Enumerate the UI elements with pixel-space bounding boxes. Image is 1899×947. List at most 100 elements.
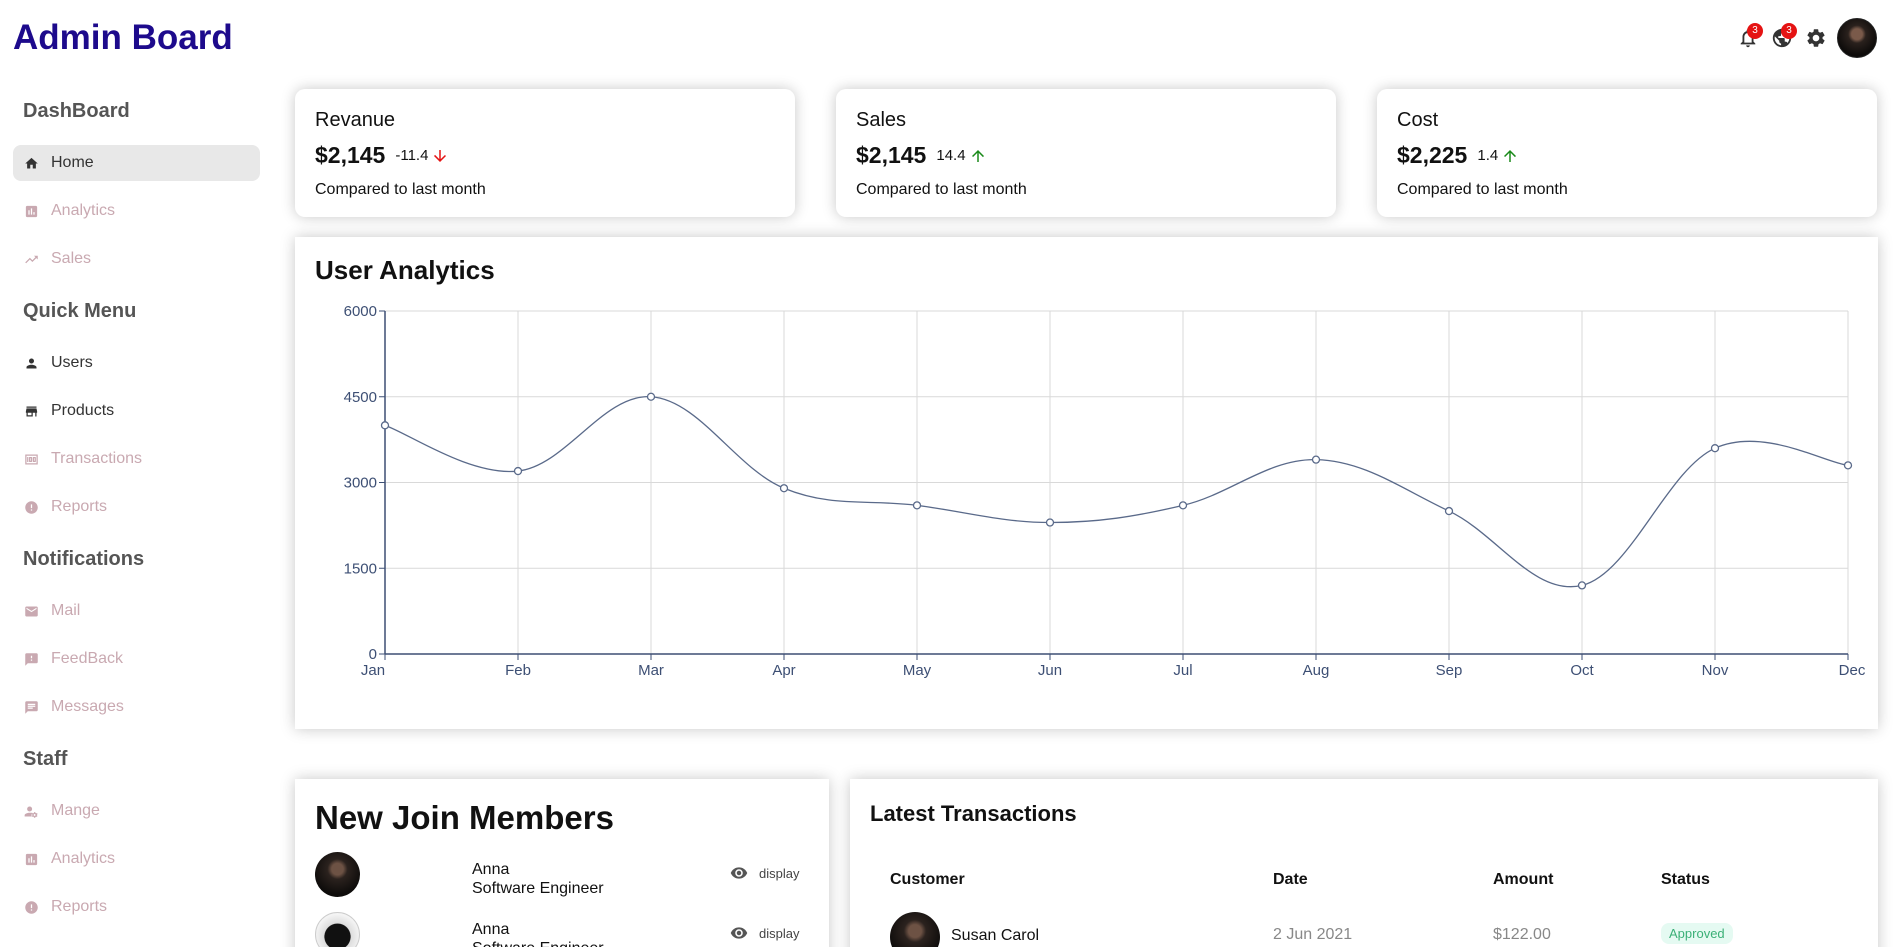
member-row: Anna Software Engineer display: [315, 852, 815, 902]
data-point: [1577, 581, 1587, 590]
sidebar-item-label: Reports: [51, 898, 108, 915]
sidebar-item-label: Sales: [51, 250, 92, 267]
data-point: [1045, 518, 1055, 527]
data-point: [1178, 501, 1188, 510]
sidebar-item-messages[interactable]: Messages: [13, 689, 260, 725]
column-header-status: Status: [1661, 871, 1710, 888]
display-button[interactable]: display: [727, 924, 799, 942]
data-point: [1311, 455, 1321, 464]
sidebar-item-label: Analytics: [51, 202, 116, 219]
chat-icon: [23, 699, 39, 715]
kpi-money: $2,225: [1397, 142, 1468, 168]
sidebar-item-manage[interactable]: Mange: [13, 793, 260, 829]
arrow-up-icon: [969, 147, 987, 165]
settings-button[interactable]: [1799, 18, 1833, 58]
sidebar-item-staff-reports[interactable]: Reports: [13, 889, 260, 925]
x-tick-label: Jul: [1173, 662, 1192, 679]
customer-avatar: [890, 912, 940, 947]
user-avatar[interactable]: [1837, 18, 1877, 58]
data-point: [513, 466, 523, 476]
kpi-rate: 1.4: [1477, 147, 1499, 164]
kpi-row: $2,145 14.4: [856, 142, 1316, 169]
sidebar-item-home[interactable]: Home: [13, 145, 260, 181]
alert-circle-icon: [23, 899, 39, 915]
sidebar-item-label: Analytics: [51, 850, 116, 867]
kpi-row: $2,225 1.4: [1397, 142, 1857, 169]
alert-circle-icon: [23, 499, 39, 515]
column-header-amount: Amount: [1493, 871, 1554, 888]
status-badge[interactable]: Approved: [1661, 923, 1733, 944]
column-header-date: Date: [1273, 871, 1308, 888]
display-button[interactable]: display: [727, 864, 799, 882]
user-analytics-card: User Analytics 0 1500 3000 4500 6000 Jan Feb Ma…: [295, 237, 1878, 729]
transaction-date: 2 Jun 2021: [1273, 926, 1353, 943]
eye-icon: [730, 927, 748, 939]
kpi-card-revenue: Revanue $2,145 -11.4 Compared to last mo…: [295, 89, 795, 217]
kpi-row: $2,145 -11.4: [315, 142, 775, 169]
sidebar-item-sales[interactable]: Sales: [13, 241, 260, 277]
transaction-amount: $122.00: [1493, 926, 1551, 943]
kpi-title: Sales: [856, 109, 907, 131]
sidebar-item-label: Mail: [51, 602, 81, 619]
kpi-subtitle: Compared to last month: [1397, 181, 1568, 198]
sidebar-section-quick-menu: Quick Menu: [23, 300, 137, 322]
notification-badge: 3: [1747, 23, 1763, 39]
user-analytics-chart: 0 1500 3000 4500 6000 Jan Feb Mar Apr May Jun Jul Au…: [344, 303, 1866, 679]
sidebar-item-users[interactable]: Users: [13, 345, 260, 381]
sidebar-item-feedback[interactable]: FeedBack: [13, 641, 260, 677]
kpi-rate: 14.4: [936, 147, 966, 164]
sidebar-item-reports[interactable]: Reports: [13, 489, 260, 525]
trending-up-icon: [23, 251, 39, 267]
data-point: [1444, 506, 1454, 516]
column-header-customer: Customer: [890, 871, 965, 888]
home-icon: [23, 155, 39, 171]
language-button[interactable]: 3: [1765, 18, 1799, 58]
sidebar-item-staff-analytics[interactable]: Analytics: [13, 841, 260, 877]
sidebar-section-notifications: Notifications: [23, 548, 145, 570]
bar-chart-icon: [23, 851, 39, 867]
display-label: display: [759, 925, 800, 941]
kpi-title: Revanue: [315, 109, 396, 131]
sidebar-item-mail[interactable]: Mail: [13, 593, 260, 629]
feedback-icon: [23, 651, 39, 667]
member-name: Anna: [472, 921, 510, 938]
members-title: New Join Members: [315, 799, 614, 836]
bar-chart-icon: [23, 203, 39, 219]
top-bar: Admin Board 3 3: [0, 0, 1899, 78]
kpi-card-sales: Sales $2,145 14.4 Compared to last month: [836, 89, 1336, 217]
x-tick-label: Feb: [505, 662, 531, 679]
series-line: [384, 396, 1849, 588]
sidebar-item-label: Home: [51, 154, 94, 171]
x-tick-label: Dec: [1839, 662, 1866, 679]
data-point: [1710, 444, 1720, 453]
y-tick-label: 3000: [344, 475, 377, 492]
person-icon: [23, 355, 39, 371]
member-name: Anna: [472, 861, 510, 878]
new-members-card: New Join Members Anna Software Engineer …: [295, 779, 829, 947]
member-avatar: [315, 912, 360, 947]
sidebar-item-label: Reports: [51, 498, 108, 515]
member-job: Software Engineer: [472, 880, 604, 897]
language-badge: 3: [1781, 23, 1797, 39]
transactions-title: Latest Transactions: [870, 801, 1077, 826]
x-tick-label: Jan: [361, 662, 385, 679]
data-point: [646, 392, 656, 401]
x-tick-label: Oct: [1570, 662, 1594, 679]
x-tick-label: May: [903, 662, 932, 679]
sidebar-item-analytics[interactable]: Analytics: [13, 193, 260, 229]
gear-icon: [1807, 29, 1825, 47]
top-icons: 3 3: [1731, 18, 1877, 58]
eye-icon: [730, 867, 748, 879]
sidebar-item-label: Users: [51, 354, 93, 371]
sidebar-item-products[interactable]: Products: [13, 393, 260, 429]
arrow-down-icon: [431, 147, 449, 165]
sidebar-item-label: Transactions: [51, 450, 142, 467]
storefront-icon: [23, 403, 39, 419]
data-point: [1843, 461, 1853, 470]
notifications-button[interactable]: 3: [1731, 18, 1765, 58]
app-logo[interactable]: Admin Board: [13, 18, 233, 58]
sidebar-item-transactions[interactable]: Transactions: [13, 441, 260, 477]
x-tick-label: Sep: [1436, 662, 1463, 679]
latest-transactions-card: Latest Transactions Customer Date Amount…: [850, 779, 1878, 947]
kpi-subtitle: Compared to last month: [856, 181, 1027, 198]
